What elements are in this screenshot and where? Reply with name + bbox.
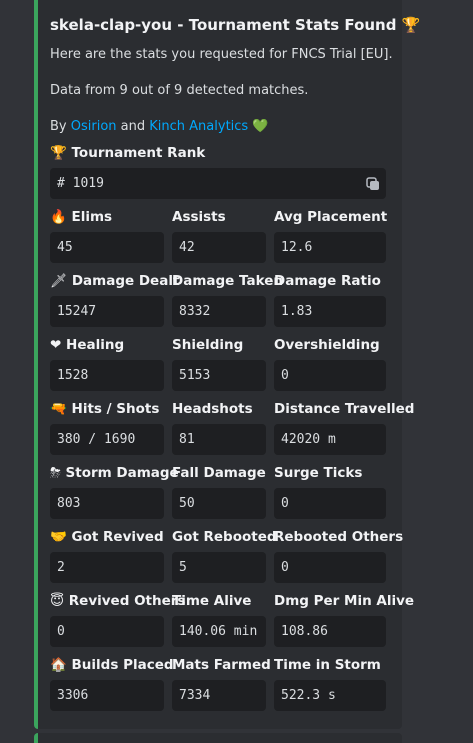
trophy-icon: 🏆 xyxy=(50,145,67,161)
surge-ticks-value: 0 xyxy=(274,488,386,519)
got-revived-label-text: Got Revived xyxy=(71,529,164,545)
distance-travelled-label: Distance Travelled xyxy=(274,401,414,417)
storm-damage-emoji-icon: ⛈ xyxy=(50,465,61,481)
avg-placement-value: 12.6 xyxy=(274,232,386,263)
elims-label: 🔥 Elims xyxy=(50,209,112,225)
shielding-label-text: Shielding xyxy=(172,337,244,353)
damage-ratio-label: Damage Ratio xyxy=(274,273,381,289)
damage-dealt-value: 15247 xyxy=(50,296,164,327)
tournament-rank-value: # 1019 xyxy=(50,168,386,199)
got-rebooted-label: Got Rebooted xyxy=(172,529,277,545)
damage-dealt-label: 🗡 Damage Dealt xyxy=(50,273,179,289)
mats-farmed-label-text: Mats Farmed xyxy=(172,657,271,673)
revived-others-label-text: Revived Others xyxy=(68,593,186,609)
builds-placed-label-text: Builds Placed xyxy=(71,657,174,673)
credits-prefix: By xyxy=(50,119,71,134)
builds-placed-label: 🏠 Builds Placed xyxy=(50,657,174,673)
got-revived-value: 2 xyxy=(50,552,164,583)
builds-placed-emoji-icon: 🏠 xyxy=(50,657,67,673)
dmg-per-min-alive-value: 108.86 xyxy=(274,616,386,647)
assists-value: 42 xyxy=(172,232,266,263)
damage-taken-value: 8332 xyxy=(172,296,266,327)
avg-placement-label-text: Avg Placement xyxy=(274,209,388,225)
got-revived-emoji-icon: 🤝 xyxy=(50,529,67,545)
description-line-1: Here are the stats you requested for FNC… xyxy=(50,47,393,62)
time-alive-label-text: Time Alive xyxy=(172,593,252,609)
overshielding-label-text: Overshielding xyxy=(274,337,380,353)
time-alive-label: Time Alive xyxy=(172,593,251,609)
tournament-rank-label: 🏆 Tournament Rank xyxy=(50,145,205,161)
overshielding-value: 0 xyxy=(274,360,386,391)
revived-others-emoji-icon: 😇 xyxy=(50,593,65,609)
got-rebooted-value: 5 xyxy=(172,552,266,583)
surge-ticks-label: Surge Ticks xyxy=(274,465,362,481)
time-in-storm-label-text: Time in Storm xyxy=(274,657,381,673)
embed-title: skela-clap-you - Tournament Stats Found … xyxy=(50,16,420,34)
headshots-label-text: Headshots xyxy=(172,401,253,417)
avg-placement-label: Avg Placement xyxy=(274,209,387,225)
shielding-value: 5153 xyxy=(172,360,266,391)
healing-value: 1528 xyxy=(50,360,164,391)
embed-title-text: skela-clap-you - Tournament Stats Found xyxy=(50,16,397,34)
overshielding-label: Overshielding xyxy=(274,337,380,353)
trophy-icon: 🏆 xyxy=(401,16,421,34)
kinch-analytics-link[interactable]: Kinch Analytics xyxy=(149,119,248,134)
mats-farmed-label: Mats Farmed xyxy=(172,657,271,673)
headshots-label: Headshots xyxy=(172,401,253,417)
revived-others-value: 0 xyxy=(50,616,164,647)
damage-ratio-value: 1.83 xyxy=(274,296,386,327)
fall-damage-label: Fall Damage xyxy=(172,465,266,481)
hits-shots-emoji-icon: 🔫 xyxy=(50,401,67,417)
builds-placed-value: 3306 xyxy=(50,680,164,711)
dmg-per-min-alive-label: Dmg Per Min Alive xyxy=(274,593,414,609)
headshots-value: 81 xyxy=(172,424,266,455)
surge-ticks-label-text: Surge Ticks xyxy=(274,465,363,481)
dmg-per-min-alive-label-text: Dmg Per Min Alive xyxy=(274,593,415,609)
damage-dealt-label-text: Damage Dealt xyxy=(71,273,180,289)
elims-value: 45 xyxy=(50,232,164,263)
credits-line: By Osirion and Kinch Analytics 💚 xyxy=(50,119,269,134)
distance-travelled-label-text: Distance Travelled xyxy=(274,401,415,417)
shielding-label: Shielding xyxy=(172,337,243,353)
rebooted-others-value: 0 xyxy=(274,552,386,583)
revived-others-label: 😇 Revived Others xyxy=(50,593,185,609)
got-revived-label: 🤝 Got Revived xyxy=(50,529,164,545)
storm-damage-label-text: Storm Damage xyxy=(65,465,179,481)
fall-damage-value: 50 xyxy=(172,488,266,519)
elims-emoji-icon: 🔥 xyxy=(50,209,67,225)
damage-taken-label-text: Damage Taken xyxy=(172,273,283,289)
tournament-rank-label-text: Tournament Rank xyxy=(71,145,206,161)
assists-label-text: Assists xyxy=(172,209,226,225)
credits-and: and xyxy=(116,119,150,134)
damage-taken-label: Damage Taken xyxy=(172,273,283,289)
storm-damage-value: 803 xyxy=(50,488,164,519)
healing-label: ❤ Healing xyxy=(50,337,124,353)
elims-label-text: Elims xyxy=(71,209,113,225)
rebooted-others-label-text: Rebooted Others xyxy=(274,529,404,545)
time-in-storm-label: Time in Storm xyxy=(274,657,381,673)
hits-shots-value: 380 / 1690 xyxy=(50,424,164,455)
rebooted-others-label: Rebooted Others xyxy=(274,529,403,545)
hits-shots-label: 🔫 Hits / Shots xyxy=(50,401,159,417)
time-in-storm-value: 522.3 s xyxy=(274,680,386,711)
description-line-2: Data from 9 out of 9 detected matches. xyxy=(50,83,309,98)
healing-emoji-icon: ❤ xyxy=(50,337,62,353)
copy-icon[interactable] xyxy=(366,177,380,191)
mats-farmed-value: 7334 xyxy=(172,680,266,711)
storm-damage-label: ⛈ Storm Damage xyxy=(50,465,179,481)
damage-ratio-label-text: Damage Ratio xyxy=(274,273,381,289)
healing-label-text: Healing xyxy=(66,337,125,353)
hits-shots-label-text: Hits / Shots xyxy=(71,401,160,417)
distance-travelled-value: 42020 m xyxy=(274,424,386,455)
got-rebooted-label-text: Got Rebooted xyxy=(172,529,277,545)
time-alive-value: 140.06 min xyxy=(172,616,266,647)
next-embed xyxy=(34,733,402,743)
green-heart-icon: 💚 xyxy=(252,119,269,134)
fall-damage-label-text: Fall Damage xyxy=(172,465,266,481)
stats-embed: skela-clap-you - Tournament Stats Found … xyxy=(34,0,420,729)
tournament-rank-text: # 1019 xyxy=(57,176,104,191)
osirion-link[interactable]: Osirion xyxy=(71,119,117,134)
assists-label: Assists xyxy=(172,209,226,225)
damage-dealt-emoji-icon: 🗡 xyxy=(50,273,68,289)
